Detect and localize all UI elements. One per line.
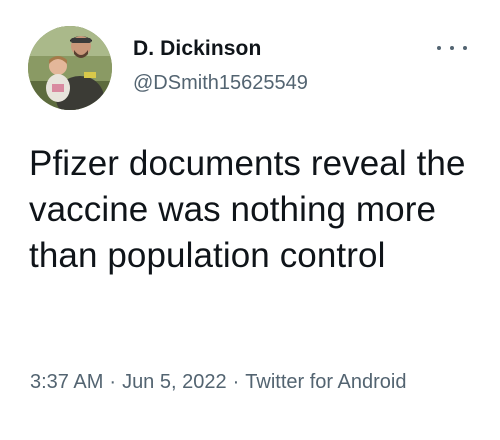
separator: ·	[109, 371, 117, 393]
separator: ·	[232, 371, 240, 393]
display-name[interactable]: D. Dickinson	[133, 37, 261, 61]
more-dot	[437, 46, 441, 50]
tweet-time[interactable]: 3:37 AM	[30, 371, 103, 393]
user-handle[interactable]: @DSmith15625549	[133, 72, 308, 95]
tweet-date[interactable]: Jun 5, 2022	[122, 371, 227, 393]
tweet-metadata: 3:37 AM · Jun 5, 2022 · Twitter for Android	[30, 363, 470, 401]
profile-photo-icon	[28, 26, 112, 110]
avatar[interactable]	[28, 26, 112, 110]
more-dot	[463, 46, 467, 50]
tweet-source[interactable]: Twitter for Android	[245, 371, 406, 393]
more-horizontal-icon[interactable]	[437, 40, 467, 56]
tweet-card: D. Dickinson @DSmith15625549 Pfizer docu…	[0, 0, 500, 440]
tweet-text: Pfizer documents reveal the vaccine was …	[29, 144, 466, 275]
more-dot	[450, 46, 454, 50]
